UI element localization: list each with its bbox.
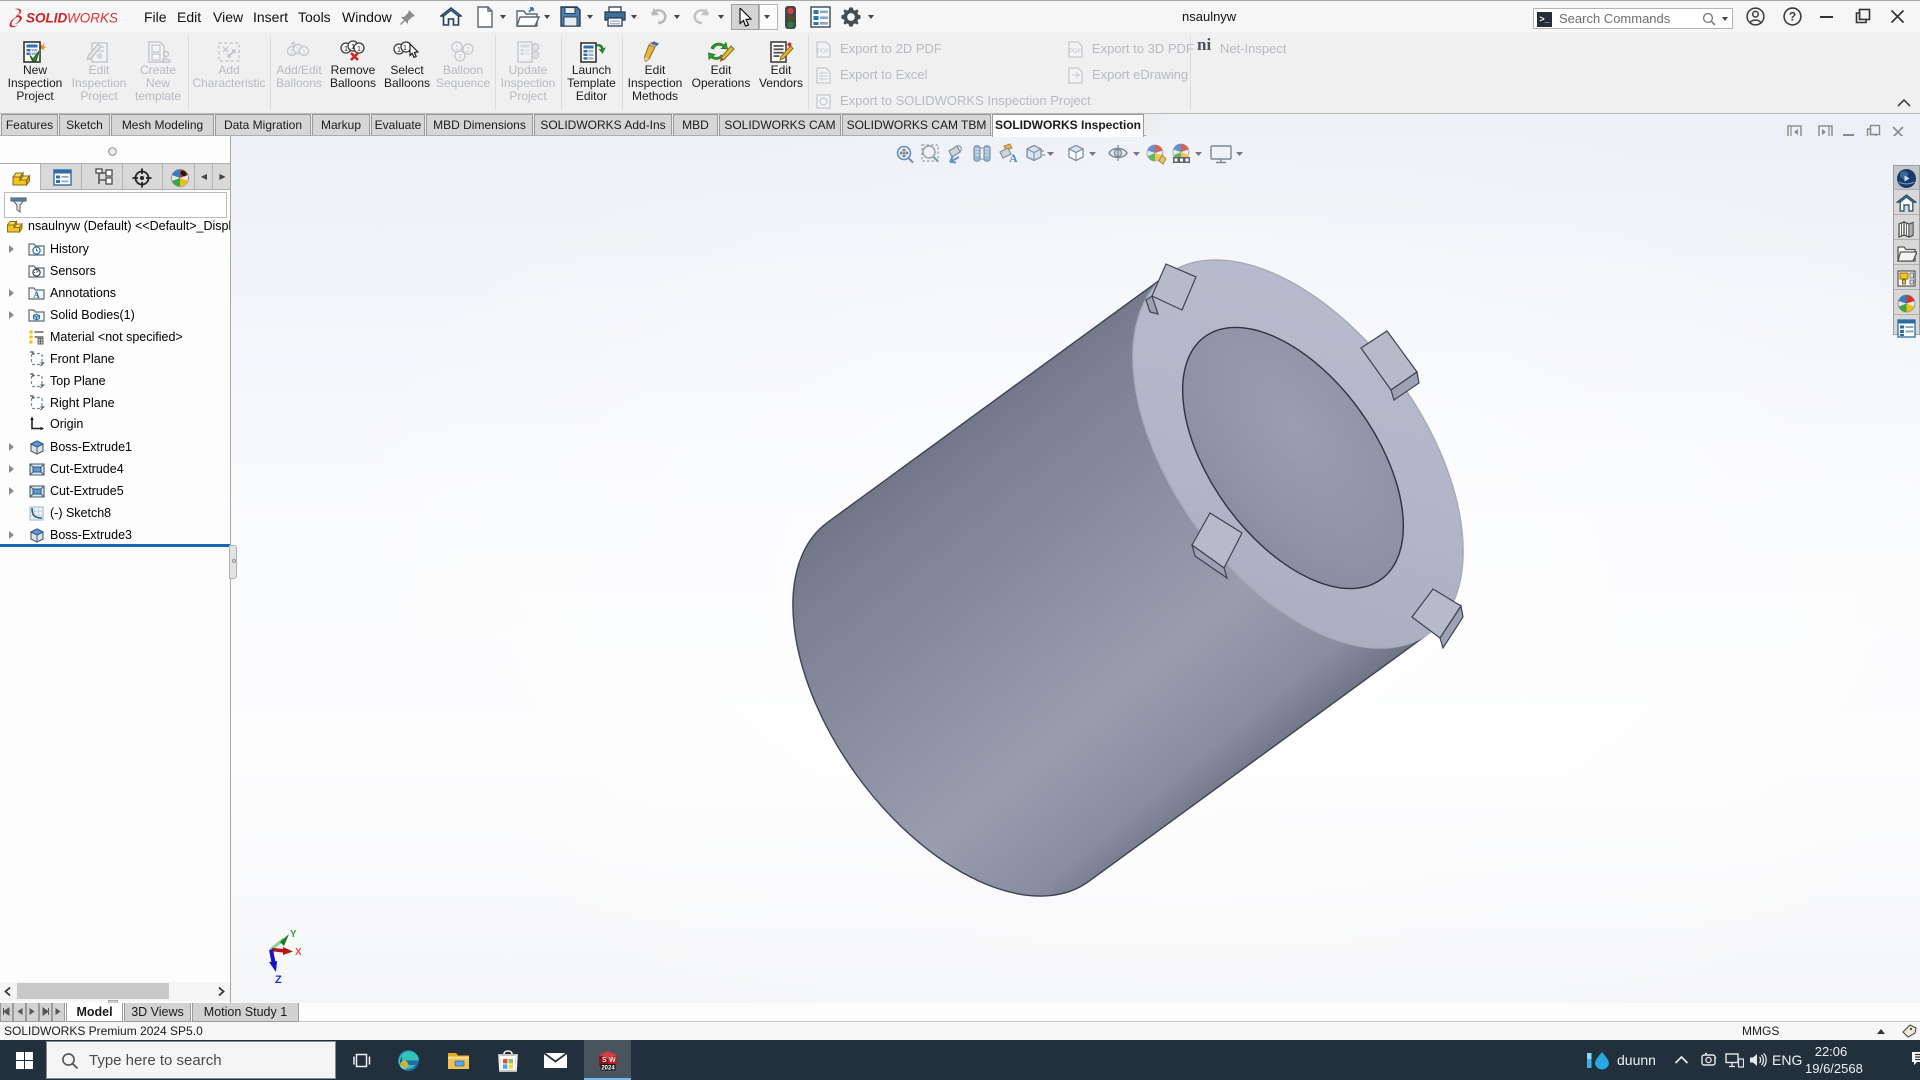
svg-text:?: ? bbox=[1789, 10, 1796, 24]
svg-text:W: W bbox=[609, 1057, 616, 1064]
svg-text:1: 1 bbox=[397, 45, 401, 54]
svg-text:Z: Z bbox=[275, 974, 282, 986]
svg-text:WORKS: WORKS bbox=[67, 11, 117, 26]
svg-text:1: 1 bbox=[296, 47, 300, 54]
svg-text:1: 1 bbox=[357, 44, 361, 53]
svg-text:SOLID: SOLID bbox=[26, 11, 68, 26]
svg-text:2: 2 bbox=[466, 47, 470, 54]
svg-text:1: 1 bbox=[344, 44, 348, 53]
svg-text:PDF: PDF bbox=[817, 49, 829, 55]
svg-text:PDF: PDF bbox=[1069, 49, 1081, 55]
svg-text:X: X bbox=[295, 947, 302, 958]
svg-text:S: S bbox=[602, 1057, 607, 1064]
svg-text:3: 3 bbox=[458, 54, 462, 61]
svg-text:1: 1 bbox=[351, 42, 355, 51]
svg-text:1: 1 bbox=[403, 43, 407, 52]
svg-text:A: A bbox=[33, 290, 40, 300]
svg-text:1: 1 bbox=[302, 49, 306, 56]
svg-text:2024: 2024 bbox=[601, 1066, 615, 1072]
svg-text:1: 1 bbox=[290, 49, 294, 56]
svg-text:A: A bbox=[1009, 151, 1018, 165]
svg-text:Y: Y bbox=[290, 929, 297, 940]
svg-text:1: 1 bbox=[455, 45, 459, 52]
